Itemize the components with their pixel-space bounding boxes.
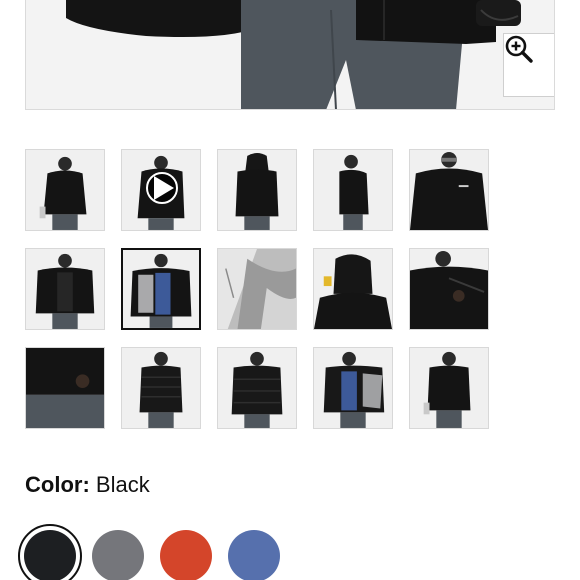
thumb-full-front[interactable] (409, 347, 489, 429)
thumb-hood-back[interactable] (313, 248, 393, 330)
thumb-closeup-logo[interactable] (409, 149, 489, 231)
thumb-back[interactable] (217, 149, 297, 231)
swatch-blue[interactable] (228, 530, 280, 580)
thumb-pocket-detail[interactable] (409, 248, 489, 330)
color-label: Color: (25, 472, 90, 497)
main-product-image[interactable] (25, 0, 555, 110)
play-icon (146, 172, 178, 204)
thumb-front[interactable] (25, 149, 105, 231)
thumb-video[interactable] (121, 149, 201, 231)
swatch-grey[interactable] (92, 530, 144, 580)
thumb-side[interactable] (313, 149, 393, 231)
swatch-black[interactable] (24, 530, 76, 580)
thumb-liner-front[interactable] (121, 347, 201, 429)
zoom-in-icon (505, 35, 533, 63)
thumb-liner-back[interactable] (217, 347, 297, 429)
main-image-graphic (26, 0, 554, 109)
zoom-button[interactable] (503, 33, 554, 97)
thumb-liner-open[interactable] (313, 347, 393, 429)
thumb-fabric-detail[interactable] (217, 248, 297, 330)
swatch-red[interactable] (160, 530, 212, 580)
thumb-cuff-detail[interactable] (25, 347, 105, 429)
color-selection-label: Color: Black (25, 471, 150, 499)
thumb-open-lining[interactable] (121, 248, 201, 330)
color-value: Black (95, 472, 150, 497)
thumb-open-front[interactable] (25, 248, 105, 330)
